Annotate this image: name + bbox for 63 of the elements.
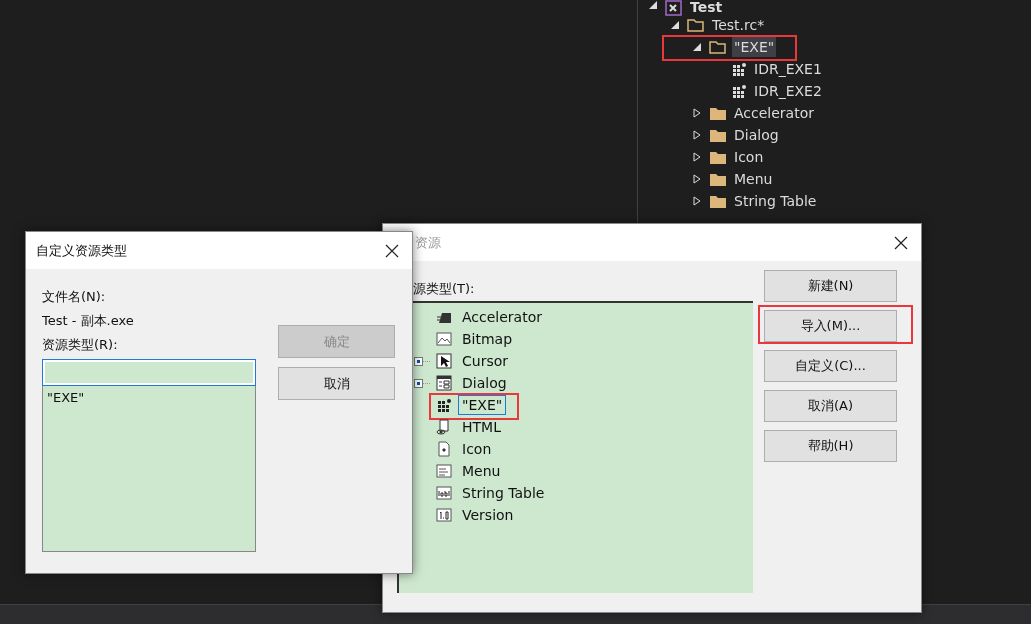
- dialog-button[interactable]: 帮助(H): [764, 430, 897, 462]
- folder-icon: [709, 105, 727, 121]
- list-label: 源类型(T):: [412, 280, 476, 298]
- tree-item-label[interactable]: Test.rc*: [710, 15, 767, 35]
- collapsed-triangle-icon[interactable]: [692, 130, 702, 140]
- field-label: 资源类型(R):: [42, 336, 119, 354]
- resource-type-item[interactable]: Cursor: [458, 351, 513, 371]
- close-icon: [385, 243, 399, 258]
- dialog-title: 自定义资源类型: [36, 241, 127, 260]
- collapsed-triangle-icon[interactable]: [692, 174, 702, 184]
- collapsed-triangle-icon[interactable]: [692, 152, 702, 162]
- dialog-button[interactable]: 自定义(C)...: [764, 350, 897, 382]
- tree-item-label[interactable]: String Table: [732, 191, 819, 211]
- resource-type-item[interactable]: Version: [458, 505, 518, 525]
- icon-icon: [436, 441, 452, 457]
- resource-icon: [731, 83, 747, 99]
- tree-item-label[interactable]: Dialog: [732, 125, 781, 145]
- tree-item-label[interactable]: IDR_EXE2: [752, 81, 824, 101]
- resource-icon: [731, 61, 747, 77]
- resource-type-item[interactable]: Accelerator: [458, 307, 546, 327]
- expanded-triangle-icon[interactable]: [670, 20, 680, 30]
- folder-icon: [709, 193, 727, 209]
- resource-type-item[interactable]: HTML: [458, 417, 505, 437]
- open-folder-icon: [687, 17, 705, 33]
- type-input-field[interactable]: [42, 359, 256, 386]
- folder-icon: [709, 171, 727, 187]
- dialog-title: 资源: [415, 233, 441, 252]
- tree-item-label[interactable]: IDR_EXE1: [752, 59, 824, 79]
- resource-type-item[interactable]: Menu: [458, 461, 505, 481]
- field-label: 文件名(N):: [42, 288, 107, 306]
- version-icon: [436, 507, 452, 523]
- dialog-button[interactable]: 新建(N): [764, 270, 897, 302]
- folder-icon: [709, 127, 727, 143]
- dialog-button[interactable]: 取消(A): [764, 390, 897, 422]
- resource-type-item[interactable]: String Table: [458, 483, 549, 503]
- cursor-icon: [436, 353, 452, 369]
- type-list-item[interactable]: "EXE": [47, 390, 251, 405]
- resource-type-item[interactable]: Icon: [458, 439, 496, 459]
- tree-item-label[interactable]: "EXE": [732, 37, 777, 57]
- expanded-triangle-icon[interactable]: [692, 42, 702, 52]
- folder-icon: [709, 149, 727, 165]
- close-icon: [894, 235, 908, 250]
- string-icon: [436, 485, 452, 501]
- tree-item-label[interactable]: Test: [688, 0, 725, 15]
- html-icon: [436, 419, 452, 435]
- resource-type-item[interactable]: Bitmap: [458, 329, 517, 349]
- open-folder-icon: [709, 39, 727, 55]
- tree-item-label[interactable]: Accelerator: [732, 103, 816, 123]
- resource-type-item[interactable]: "EXE": [458, 395, 507, 415]
- menu-icon: [436, 463, 452, 479]
- tree-item-label[interactable]: Menu: [732, 169, 775, 189]
- tree-item-label[interactable]: Icon: [732, 147, 766, 167]
- project-icon: [665, 0, 683, 16]
- expanded-triangle-icon[interactable]: [648, 0, 658, 10]
- custom-icon: [436, 397, 452, 413]
- resource-type-item[interactable]: Dialog: [458, 373, 511, 393]
- file-name-text: Test - 副本.exe: [42, 312, 135, 330]
- bitmap-icon: [436, 331, 452, 347]
- dialog-icon: [436, 375, 452, 391]
- dialog-button[interactable]: 导入(M)...: [764, 310, 897, 342]
- collapsed-triangle-icon[interactable]: [692, 196, 702, 206]
- dialog-button[interactable]: 取消: [278, 367, 395, 400]
- collapsed-triangle-icon[interactable]: [692, 108, 702, 118]
